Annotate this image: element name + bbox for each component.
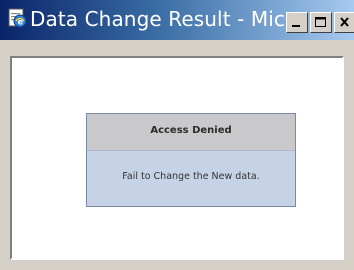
- minimize-icon: [292, 25, 300, 27]
- title-bar[interactable]: e Data Change Result - Mic...: [0, 0, 354, 40]
- page-content: Access Denied Fail to Change the New dat…: [10, 56, 344, 260]
- browser-window: e Data Change Result - Mic... Access Den…: [0, 0, 354, 270]
- minimize-button[interactable]: [286, 12, 308, 33]
- close-icon: [340, 17, 349, 27]
- ie-document-icon[interactable]: e: [6, 7, 28, 29]
- dialog-title: Access Denied: [150, 125, 232, 136]
- dialog-header: Access Denied: [87, 114, 295, 151]
- maximize-button[interactable]: [310, 12, 332, 33]
- access-denied-dialog: Access Denied Fail to Change the New dat…: [86, 113, 296, 207]
- svg-text:e: e: [18, 18, 24, 27]
- window-title: Data Change Result - Mic...: [30, 7, 305, 31]
- dialog-message: Fail to Change the New data.: [122, 171, 260, 182]
- maximize-icon: [315, 17, 326, 27]
- dialog-body: Fail to Change the New data.: [87, 151, 295, 206]
- close-button[interactable]: [334, 12, 354, 33]
